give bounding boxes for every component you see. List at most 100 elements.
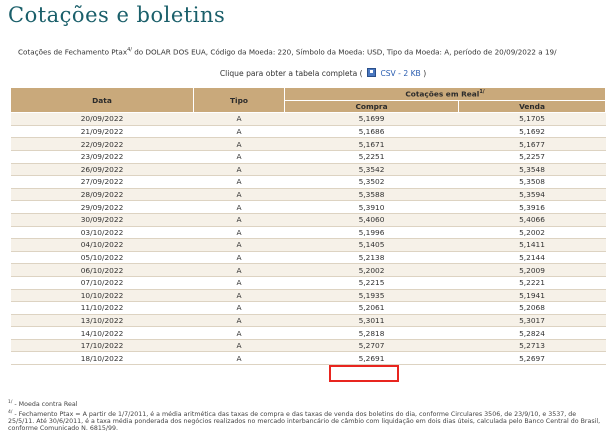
csv-download-link[interactable]: CSV - 2 KB bbox=[380, 69, 420, 78]
table-row: 20/09/2022 A 5,1699 5,1705 bbox=[10, 112, 606, 126]
type-cell: A bbox=[193, 339, 285, 353]
venda-cell: 5,1411 bbox=[458, 238, 606, 252]
type-cell: A bbox=[193, 289, 285, 303]
header-rates-group: Cotações em Real1/ bbox=[284, 87, 606, 101]
compra-cell: 5,2818 bbox=[284, 326, 459, 340]
date-cell: 18/10/2022 bbox=[10, 351, 194, 366]
compra-cell: 5,1405 bbox=[284, 238, 459, 252]
date-cell: 30/09/2022 bbox=[10, 213, 194, 227]
date-cell: 14/10/2022 bbox=[10, 326, 194, 340]
table-row: 21/09/2022 A 5,1686 5,1692 bbox=[10, 125, 606, 139]
table-description: Cotações de Fechamento Ptax4/ do DOLAR D… bbox=[18, 47, 606, 56]
venda-cell: 5,2824 bbox=[458, 326, 606, 340]
venda-cell: 5,2002 bbox=[458, 226, 606, 240]
table-row: 23/09/2022 A 5,2251 5,2257 bbox=[10, 150, 606, 164]
venda-cell: 5,1941 bbox=[458, 289, 606, 303]
compra-cell: 5,1686 bbox=[284, 125, 459, 139]
type-cell: A bbox=[193, 163, 285, 177]
compra-cell: 5,2138 bbox=[284, 251, 459, 265]
type-cell: A bbox=[193, 137, 285, 151]
table-row: 13/10/2022 A 5,3011 5,3017 bbox=[10, 314, 606, 328]
table-row: 27/09/2022 A 5,3502 5,3508 bbox=[10, 175, 606, 189]
download-text: Clique para obter a tabela completa ( bbox=[219, 69, 363, 78]
compra-cell: 5,1699 bbox=[284, 112, 459, 126]
type-cell: A bbox=[193, 150, 285, 164]
highlight-box bbox=[329, 365, 399, 382]
date-cell: 03/10/2022 bbox=[10, 226, 194, 240]
compra-cell: 5,4060 bbox=[284, 213, 459, 227]
date-cell: 27/09/2022 bbox=[10, 175, 194, 189]
venda-cell: 5,3508 bbox=[458, 175, 606, 189]
venda-cell: 5,2221 bbox=[458, 276, 606, 290]
download-close: ) bbox=[423, 69, 427, 78]
type-cell: A bbox=[193, 213, 285, 227]
compra-cell: 5,1996 bbox=[284, 226, 459, 240]
date-cell: 04/10/2022 bbox=[10, 238, 194, 252]
compra-cell: 5,3588 bbox=[284, 188, 459, 202]
download-line: Clique para obter a tabela completa ( CS… bbox=[0, 68, 606, 78]
compra-cell: 5,3502 bbox=[284, 175, 459, 189]
venda-cell: 5,3916 bbox=[458, 200, 606, 214]
type-cell: A bbox=[193, 112, 285, 126]
compra-cell: 5,2691 bbox=[284, 351, 459, 366]
header-sell: Venda bbox=[458, 99, 606, 114]
table-row: 04/10/2022 A 5,1405 5,1411 bbox=[10, 238, 606, 252]
date-cell: 22/09/2022 bbox=[10, 137, 194, 151]
rates-table: Data Tipo Cotações em Real1/ Compra Vend… bbox=[10, 86, 606, 366]
date-cell: 07/10/2022 bbox=[10, 276, 194, 290]
type-cell: A bbox=[193, 326, 285, 340]
venda-cell: 5,4066 bbox=[458, 213, 606, 227]
compra-cell: 5,2002 bbox=[284, 263, 459, 277]
type-cell: A bbox=[193, 175, 285, 189]
table-row: 30/09/2022 A 5,4060 5,4066 bbox=[10, 213, 606, 227]
table-row: 17/10/2022 A 5,2707 5,2713 bbox=[10, 339, 606, 353]
date-cell: 21/09/2022 bbox=[10, 125, 194, 139]
compra-cell: 5,1671 bbox=[284, 137, 459, 151]
compra-cell: 5,3910 bbox=[284, 200, 459, 214]
footnote-4: 4/ - Fechamento Ptax = A partir de 1/7/2… bbox=[8, 409, 604, 433]
venda-cell: 5,2068 bbox=[458, 301, 606, 315]
header-buy: Compra bbox=[284, 99, 459, 114]
date-cell: 28/09/2022 bbox=[10, 188, 194, 202]
type-cell: A bbox=[193, 301, 285, 315]
type-cell: A bbox=[193, 188, 285, 202]
type-cell: A bbox=[193, 125, 285, 139]
venda-cell: 5,2009 bbox=[458, 263, 606, 277]
csv-file-icon[interactable] bbox=[367, 68, 377, 77]
table-row: 18/10/2022 A 5,2691 5,2697 bbox=[10, 351, 606, 366]
header-date: Data bbox=[10, 86, 194, 114]
venda-cell: 5,2713 bbox=[458, 339, 606, 353]
type-cell: A bbox=[193, 200, 285, 214]
compra-cell: 5,1935 bbox=[284, 289, 459, 303]
venda-cell: 5,1692 bbox=[458, 125, 606, 139]
date-cell: 20/09/2022 bbox=[10, 112, 194, 126]
table-row: 03/10/2022 A 5,1996 5,2002 bbox=[10, 226, 606, 240]
date-cell: 17/10/2022 bbox=[10, 339, 194, 353]
header-group-footnote-ref[interactable]: 1/ bbox=[479, 89, 484, 95]
footnote-1: 1/ - Moeda contra Real bbox=[8, 399, 604, 409]
header-type: Tipo bbox=[193, 86, 285, 114]
compra-cell: 5,2707 bbox=[284, 339, 459, 353]
date-cell: 13/10/2022 bbox=[10, 314, 194, 328]
footnotes: 1/ - Moeda contra Real 4/ - Fechamento P… bbox=[8, 399, 604, 433]
venda-cell: 5,1677 bbox=[458, 137, 606, 151]
description-prefix: Cotações de Fechamento Ptax bbox=[18, 47, 128, 57]
description-suffix: do DOLAR DOS EUA, Código da Moeda: 220, … bbox=[131, 47, 557, 57]
table-row: 10/10/2022 A 5,1935 5,1941 bbox=[10, 289, 606, 303]
table-row: 06/10/2022 A 5,2002 5,2009 bbox=[10, 263, 606, 277]
table-row: 26/09/2022 A 5,3542 5,3548 bbox=[10, 163, 606, 177]
type-cell: A bbox=[193, 263, 285, 277]
table-row: 07/10/2022 A 5,2215 5,2221 bbox=[10, 276, 606, 290]
type-cell: A bbox=[193, 251, 285, 265]
date-cell: 10/10/2022 bbox=[10, 289, 194, 303]
compra-cell: 5,2061 bbox=[284, 301, 459, 315]
date-cell: 05/10/2022 bbox=[10, 251, 194, 265]
type-cell: A bbox=[193, 276, 285, 290]
table-row: 11/10/2022 A 5,2061 5,2068 bbox=[10, 301, 606, 315]
header-group-label: Cotações em Real bbox=[405, 89, 480, 99]
table-row: 14/10/2022 A 5,2818 5,2824 bbox=[10, 326, 606, 340]
date-cell: 23/09/2022 bbox=[10, 150, 194, 164]
compra-cell: 5,3542 bbox=[284, 163, 459, 177]
compra-cell: 5,2215 bbox=[284, 276, 459, 290]
venda-cell: 5,2257 bbox=[458, 150, 606, 164]
